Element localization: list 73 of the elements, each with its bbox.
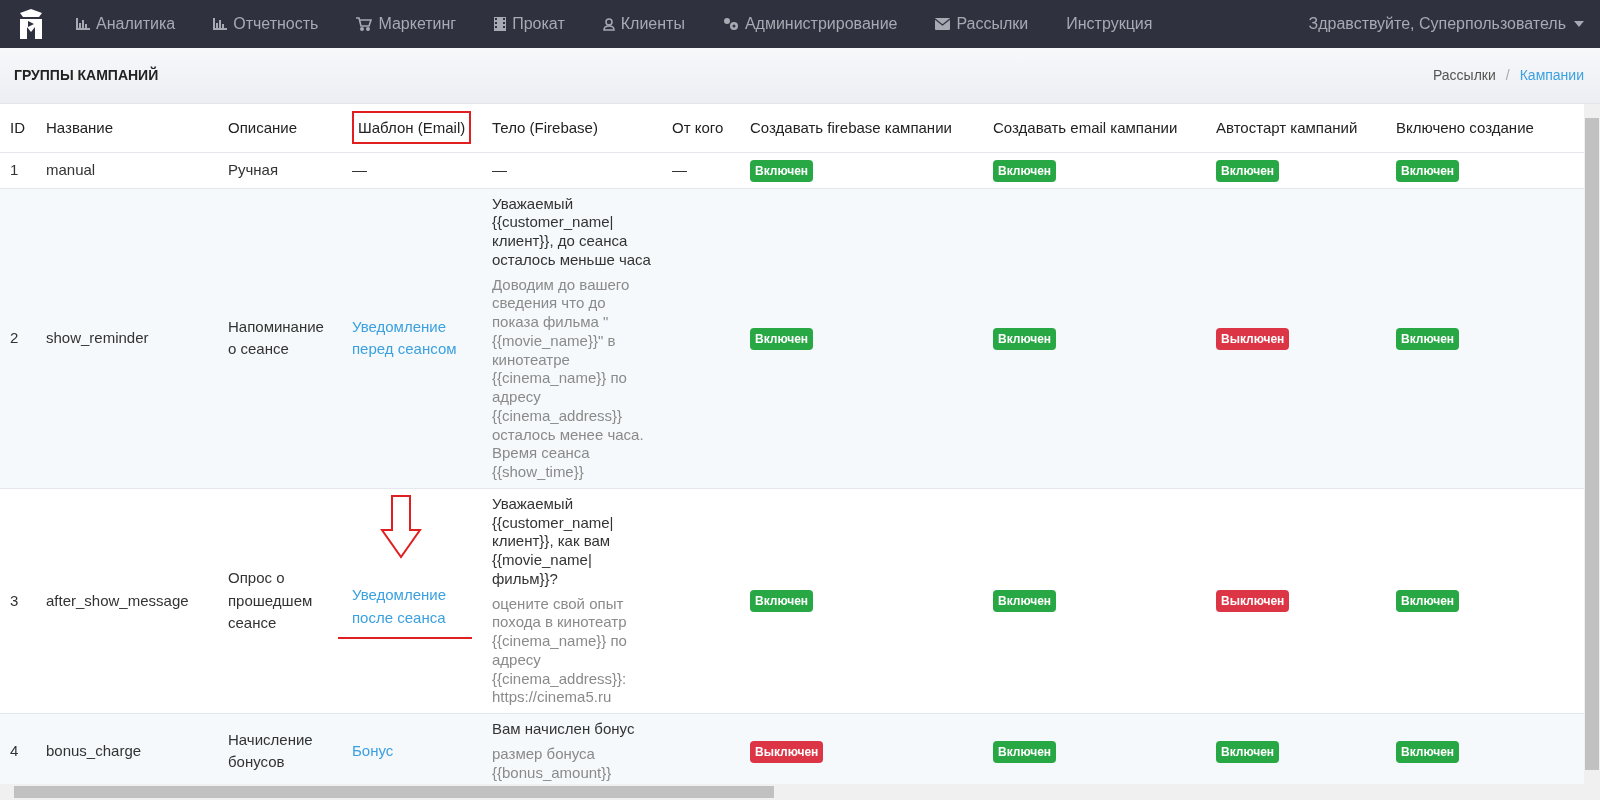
nav-link[interactable]: Клиенты [602,12,685,36]
body-title: Уважаемый {{customer_name| клиент}}, как вам {{movie_name| фильм}}? [492,494,615,589]
table-cell-text: Напоминание о сеансе [228,316,325,360]
disabled-badge: Выключен [750,740,824,763]
table-cell-text: show_reminder [46,327,150,348]
enabled-badge: Включен [1396,590,1460,613]
body-text: размер бонуса {{bonus_amount}} [492,744,613,783]
enabled-badge: Включен [993,159,1057,182]
enabled-badge: Включен [993,327,1057,350]
column-header: Автостарт кампаний [1216,118,1358,136]
column-header: Описание [228,118,298,136]
table-cell-text: Ручная [228,159,280,180]
table-cell-text: bonus_charge [46,740,143,761]
bar-chart-icon [76,18,90,30]
breadcrumb-separator: / [1505,66,1510,85]
enabled-badge: Включен [1216,159,1280,182]
nav-link[interactable]: Отчетность [213,12,319,36]
table-cell-text: — [672,159,688,180]
column-header: От кого [672,118,724,136]
envelope-icon [935,18,951,30]
enabled-badge: Включен [750,159,814,182]
highlighted-column-header: Шаблон (Email) [352,110,472,144]
column-header: Создавать email кампании [993,118,1178,136]
table-cell-text: after_show_message [46,590,190,611]
table-cell-text: 1 [10,159,20,180]
enabled-badge: Включен [993,590,1057,613]
body-title: Вам начислен бонус [492,720,636,739]
user-icon [602,17,615,31]
body-text: Доводим до вашего сведения что до показа фильма "{{movie_name}}" в кинотеатре {{cinema_name}} по адресу {{cinema_address}} осталось менее часа. Время сеанса {{show_time}} [492,275,645,482]
nav-link[interactable]: Аналитика [76,12,176,36]
disabled-badge: Выключен [1216,327,1290,350]
caret-icon [1574,21,1584,27]
table-cell-text: Начисление бонусов [228,729,314,773]
body-title: — [492,160,508,180]
enabled-badge: Включен [1216,740,1280,763]
vertical-scrollbar[interactable] [1584,104,1600,784]
table-cell-text: 3 [10,590,20,611]
nav-link[interactable]: Инструкция [1066,12,1153,36]
column-header: Название [46,118,114,136]
table-cell-text: 2 [10,327,20,348]
bar-chart-icon [213,18,228,30]
template-link[interactable]: Уведомление перед сеансом [352,315,472,361]
column-header: ID [10,118,25,136]
nav-link[interactable]: Прокат [494,12,565,36]
user-menu[interactable]: Здравствуйте, Суперпользователь [1308,12,1584,36]
enabled-badge: Включен [1396,159,1460,182]
table-cell-text: — [352,159,368,180]
column-header: Включено создание [1396,118,1534,136]
horizontal-scrollbar[interactable] [0,784,1600,800]
enabled-badge: Включен [1396,327,1460,350]
enabled-badge: Включен [750,590,814,613]
body-text: оцените свой опыт похода в кинотеатр {{cinema_name}} по адресу {{cinema_address}}: https://cinema5.ru [492,594,628,707]
column-header: Создавать firebase кампании [750,118,952,136]
logo-icon[interactable] [18,9,44,39]
page-title: ГРУППЫ КАМПАНИЙ [14,65,159,85]
enabled-badge: Включен [750,327,814,350]
nav-link[interactable]: Маркетинг [356,12,457,36]
table-cell-text: 4 [10,740,20,761]
table-cell-text: manual [46,159,97,180]
disabled-badge: Выключен [1216,590,1290,613]
nav-link[interactable]: Рассылки [935,12,1029,36]
down-arrow-icon [380,494,422,559]
column-header: Тело (Firebase) [492,118,598,136]
body-title: Уважаемый {{customer_name| клиент}}, до сеанса осталось меньше часа [492,194,652,270]
nav-link[interactable]: Администрирование [722,12,898,36]
template-link[interactable]: Бонус [352,739,394,763]
enabled-badge: Включен [1396,740,1460,763]
table-cell-text: Опрос о прошедшем сеансе [228,568,314,634]
film-icon [494,17,507,31]
breadcrumb-link[interactable]: Рассылки [1432,65,1496,86]
cart-icon [356,17,373,31]
template-link[interactable]: Уведомление после сеанса [352,584,458,630]
enabled-badge: Включен [993,740,1057,763]
